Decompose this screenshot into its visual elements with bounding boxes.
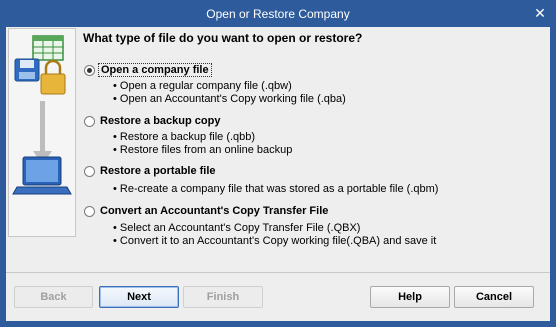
disk-icon [14,58,40,82]
radio-restore-backup-copy[interactable] [84,116,95,127]
option-label[interactable]: Open a company file [98,63,212,77]
bullet-item: Re-create a company file that was stored… [113,183,439,196]
option-description: Restore a backup file (.qbb) Restore fil… [113,131,292,157]
lock-icon [40,59,66,95]
option-description: Re-create a company file that was stored… [113,183,439,196]
bullet-item: Convert it to an Accountant's Copy worki… [113,235,436,248]
option-description: Select an Accountant's Copy Transfer Fil… [113,222,436,248]
option-label[interactable]: Restore a backup copy [98,114,222,128]
window-title: Open or Restore Company [206,6,350,21]
footer-divider [6,272,550,273]
radio-open-company-file[interactable] [84,65,95,76]
radio-restore-portable-file[interactable] [84,166,95,177]
bullet-item: Restore files from an online backup [113,144,292,157]
option-label[interactable]: Restore a portable file [98,164,218,178]
dialog-body: What type of file do you want to open or… [6,27,550,321]
bullet-item: Open a regular company file (.qbw) [113,80,346,93]
question-heading: What type of file do you want to open or… [83,31,363,45]
illustration-panel [8,28,76,237]
close-icon[interactable]: ✕ [530,4,550,22]
radio-convert-transfer-file[interactable] [84,206,95,217]
bullet-item: Open an Accountant's Copy working file (… [113,93,346,106]
bullet-item: Select an Accountant's Copy Transfer Fil… [113,222,436,235]
laptop-icon [12,156,72,195]
dialog-window: Open or Restore Company ✕ What type of f… [0,0,556,327]
option-description: Open a regular company file (.qbw) Open … [113,80,346,106]
help-button[interactable]: Help [370,286,450,308]
bullet-item: Restore a backup file (.qbb) [113,131,292,144]
next-button[interactable]: Next [99,286,179,308]
title-bar: Open or Restore Company ✕ [0,0,556,27]
cancel-button[interactable]: Cancel [454,286,534,308]
back-button[interactable]: Back [14,286,93,308]
down-arrow-icon [33,101,52,165]
spreadsheet-icon [32,35,64,61]
finish-button[interactable]: Finish [183,286,263,308]
option-label[interactable]: Convert an Accountant's Copy Transfer Fi… [98,204,330,218]
